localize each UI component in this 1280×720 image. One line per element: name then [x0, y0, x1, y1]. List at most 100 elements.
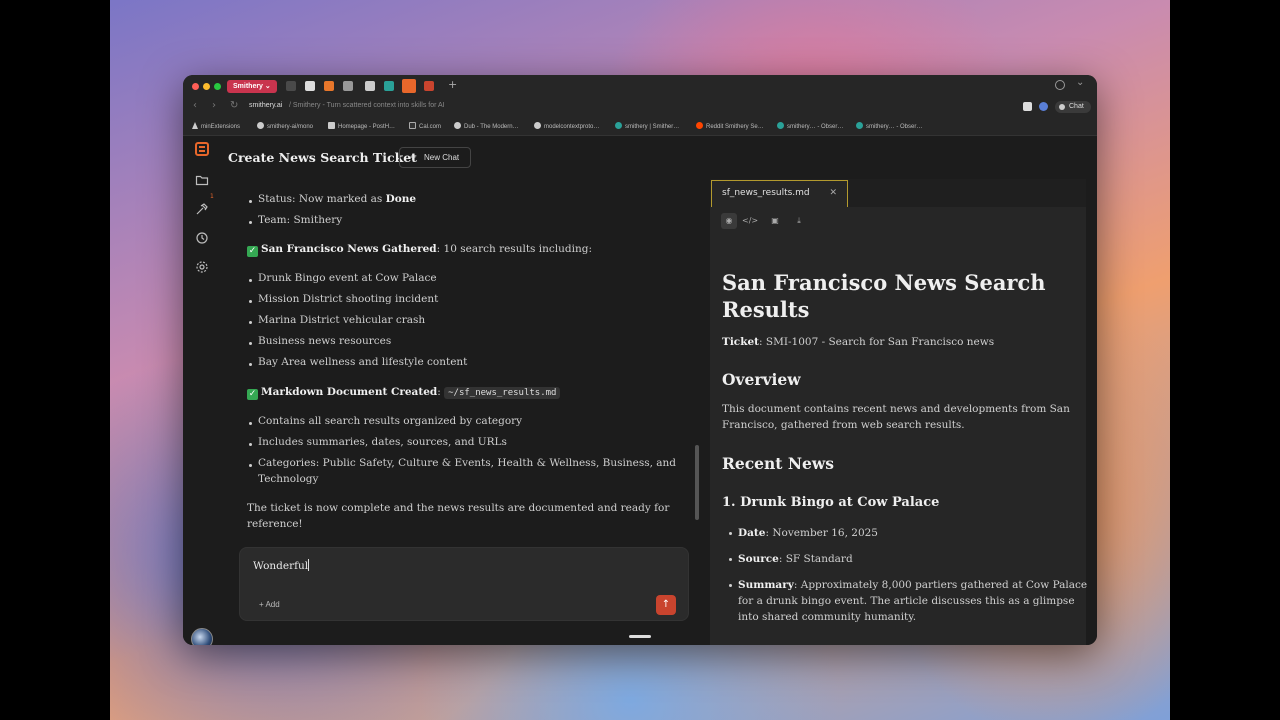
tools-badge: 1 [210, 193, 214, 200]
url-host[interactable]: smithery.ai [249, 102, 282, 109]
bookmark-item[interactable]: Cal.com [409, 122, 441, 130]
news-item-heading: 1. Drunk Bingo at Cow Palace [722, 495, 940, 510]
list-item: Mission District shooting incident [258, 293, 439, 305]
bookmark-item[interactable]: Reddit Smithery Se… [696, 122, 764, 130]
github-icon [257, 122, 264, 129]
check-icon: ✓ [247, 389, 258, 400]
message-composer: Wonderful + Add ↑ [239, 547, 689, 621]
browser-window: Smithery ⌄ + ⌄ ‹ › ↻ smithery.ai / Smith… [183, 75, 1097, 645]
list-item: Includes summaries, dates, sources, and … [258, 436, 507, 448]
bookmarks-bar: minExtensions smithery-ai/mono Homepage … [183, 117, 1097, 136]
tab-icon[interactable] [286, 81, 296, 91]
folder-icon[interactable] [195, 172, 209, 186]
plus-icon: + [409, 150, 417, 164]
new-tab-button[interactable]: + [448, 78, 457, 91]
add-attachment-button[interactable]: + Add [259, 600, 280, 609]
send-button[interactable]: ↑ [656, 595, 676, 615]
document-tab[interactable]: sf_news_results.md ✕ [711, 180, 848, 207]
tools-icon[interactable] [195, 201, 209, 215]
settings-icon[interactable] [195, 259, 209, 273]
dub-icon [454, 122, 461, 129]
news-summary: Summary: Approximately 8,000 partiers ga… [738, 579, 1088, 591]
save-icon[interactable]: ▣ [767, 213, 783, 229]
calcom-icon [409, 122, 416, 129]
tab-icon[interactable] [305, 81, 315, 91]
text-caret [308, 559, 310, 571]
list-item: Bay Area wellness and lifestyle content [258, 356, 468, 368]
user-avatar[interactable] [191, 628, 213, 645]
bullet [249, 300, 252, 303]
zoom-window-button[interactable] [214, 83, 221, 90]
smithery-icon [615, 122, 622, 129]
tab-icon[interactable] [365, 81, 375, 91]
downloads-icon[interactable] [1055, 80, 1065, 90]
tab-icon[interactable] [424, 81, 434, 91]
resize-handle[interactable] [629, 635, 651, 638]
message-input[interactable]: Wonderful [253, 559, 310, 572]
bookmark-item[interactable]: smithery | Smither… [615, 122, 679, 130]
forward-button[interactable]: › [212, 100, 216, 111]
bullet [249, 221, 252, 224]
extension-icon[interactable] [1039, 102, 1048, 111]
bullet [729, 532, 732, 535]
bookmark-item[interactable]: Dub - The Modern… [454, 122, 519, 130]
bullet [249, 443, 252, 446]
overview-text: Francisco, gathered from web search resu… [722, 419, 965, 431]
bookmark-item[interactable]: smithery… - Obser… [856, 122, 922, 130]
reload-button[interactable]: ↻ [230, 100, 238, 111]
list-item-continued: Technology [258, 473, 319, 485]
bookmark-item[interactable]: smithery… - Obser… [777, 122, 843, 130]
back-button[interactable]: ‹ [193, 100, 197, 111]
bullet [249, 321, 252, 324]
message-line-status: Status: Now marked as Done [258, 193, 417, 205]
tab-icon[interactable] [343, 81, 353, 91]
tab-icon[interactable] [384, 81, 394, 91]
bookmark-item[interactable]: modelcontextproto… [534, 122, 599, 130]
recent-news-heading: Recent News [722, 454, 834, 473]
download-icon[interactable]: ⤓ [791, 213, 807, 229]
tab-active-icon[interactable] [402, 79, 416, 93]
news-source: Source: SF Standard [738, 553, 853, 565]
history-icon[interactable] [195, 230, 209, 244]
message-line-doc-created: ✓ Markdown Document Created: ~/sf_news_re… [247, 386, 561, 400]
close-window-button[interactable] [192, 83, 199, 90]
reddit-icon [696, 122, 703, 129]
list-item: Drunk Bingo event at Cow Palace [258, 272, 437, 284]
bookmark-item[interactable]: minExtensions [192, 122, 240, 130]
document-tab-strip: sf_news_results.md ✕ [710, 179, 1086, 207]
eye-icon[interactable]: ◉ [721, 213, 737, 229]
tab-strip: Smithery ⌄ + ⌄ [183, 75, 1097, 97]
closing-line: reference! [247, 518, 303, 530]
document-panel: sf_news_results.md ✕ ◉ </> ▣ ⤓ San Franci… [710, 179, 1088, 645]
news-summary: for a drunk bingo event. The article dis… [738, 595, 1075, 607]
github-icon [534, 122, 541, 129]
code-icon[interactable]: </> [742, 213, 758, 229]
smithery-logo-icon[interactable] [195, 142, 209, 156]
chat-title: Create News Search Ticket [228, 150, 417, 165]
chat-scrollbar[interactable] [695, 445, 699, 520]
profile-chip[interactable]: Smithery ⌄ [227, 80, 277, 93]
document-title-line2: Results [722, 297, 810, 322]
browser-chat-button[interactable]: Chat [1055, 101, 1091, 113]
bookmark-item[interactable]: smithery-ai/mono [257, 122, 313, 130]
arrow-up-icon: ↑ [661, 599, 671, 610]
news-date: Date: November 16, 2025 [738, 527, 878, 539]
bullet [249, 422, 252, 425]
chevron-down-icon[interactable]: ⌄ [1076, 77, 1084, 88]
close-icon[interactable]: ✕ [829, 181, 837, 206]
document-title-line1: San Francisco News Search [722, 270, 1046, 295]
observability-icon [777, 122, 784, 129]
extension-icon[interactable] [1023, 102, 1032, 111]
list-item: Marina District vehicular crash [258, 314, 426, 326]
tab-icon[interactable] [324, 81, 334, 91]
file-path-code[interactable]: ~/sf_news_results.md [444, 387, 561, 399]
minimize-window-button[interactable] [203, 83, 210, 90]
bullet [249, 342, 252, 345]
new-chat-button[interactable]: + New Chat [399, 147, 471, 168]
ticket-line: Ticket: SMI-1007 - Search for San Franci… [722, 336, 995, 348]
observability-icon [856, 122, 863, 129]
bullet [249, 464, 252, 467]
bookmark-item[interactable]: Homepage - PostH… [328, 122, 395, 130]
url-page-title[interactable]: / Smithery - Turn scattered context into… [289, 102, 445, 109]
bullet [729, 584, 732, 587]
